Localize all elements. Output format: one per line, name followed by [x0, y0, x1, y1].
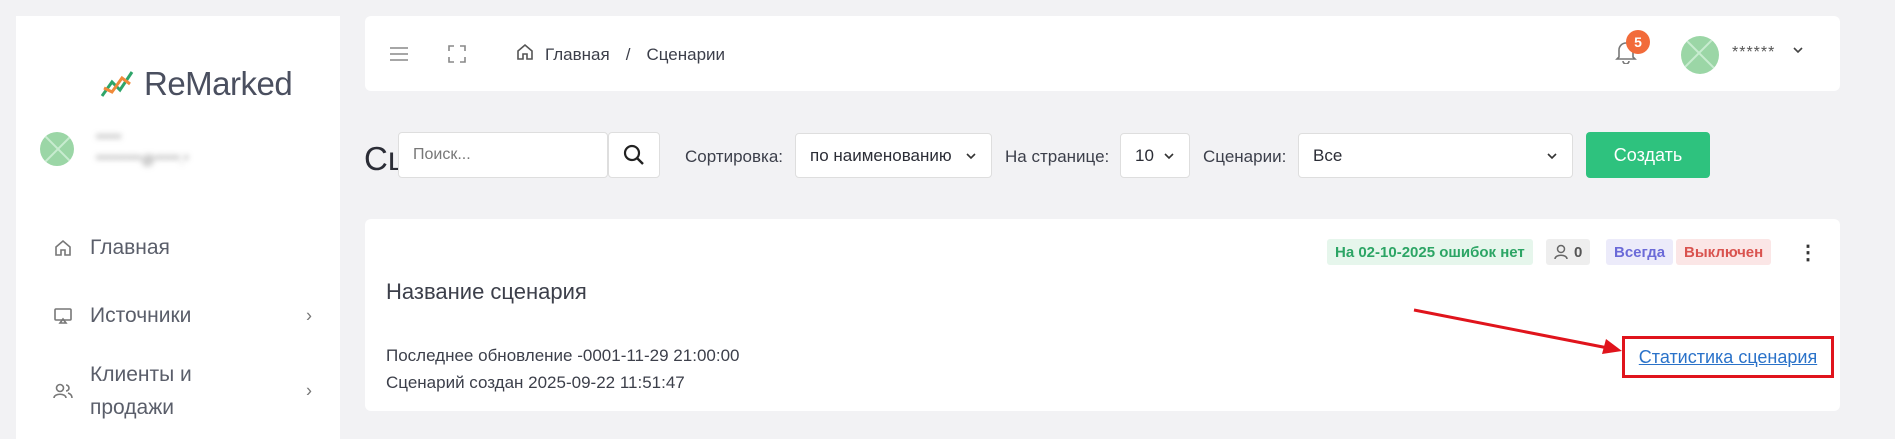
sort-select[interactable]: по наименованию [795, 133, 992, 178]
search-button[interactable] [608, 132, 660, 178]
breadcrumb-home[interactable]: Главная [545, 45, 610, 65]
user-name-masked[interactable]: ****** [1732, 44, 1775, 62]
topbar: Главная / Сценарии 5 ****** [365, 16, 1840, 91]
logo-chart-icon [100, 71, 134, 97]
sidebar-item-label: Источники [90, 304, 192, 327]
sidebar-item-label: Главная [90, 236, 170, 259]
sidebar-item-label: Клиенты и продажи [90, 363, 192, 419]
scenarios-filter-label: Сценарии: [1203, 147, 1287, 166]
sidebar-item-clients[interactable]: Клиенты и продажи › [52, 356, 312, 426]
scenario-statistics-link[interactable]: Статистика сценария [1622, 336, 1834, 378]
sidebar: ReMarked ***** *********@*****.* Главная… [16, 16, 340, 439]
logo-text: ReMarked [144, 65, 293, 102]
search-input[interactable] [398, 132, 608, 178]
page-title: Сценарии [364, 140, 400, 177]
fullscreen-icon[interactable] [445, 42, 469, 66]
scenarios-filter-value: Все [1313, 145, 1343, 165]
home-icon [52, 237, 74, 259]
chevron-right-icon: › [306, 305, 312, 326]
menu-icon[interactable] [387, 42, 411, 66]
annotation-arrow [1413, 308, 1622, 354]
scenario-title: Название сценария [386, 279, 587, 304]
sort-select-value: по наименованию [810, 145, 952, 165]
create-button[interactable]: Создать [1586, 132, 1710, 178]
chevron-down-icon [1164, 152, 1174, 159]
breadcrumb: Главная / Сценарии [515, 42, 725, 67]
logo[interactable]: ReMarked [100, 60, 293, 108]
sidebar-item-home[interactable]: Главная [52, 228, 312, 268]
notifications-badge: 5 [1626, 30, 1650, 54]
user-icon [1554, 244, 1568, 260]
users-icon [52, 380, 74, 402]
created-date: Сценарий создан 2025-09-22 11:51:47 [386, 373, 685, 392]
breadcrumb-separator: / [625, 44, 631, 64]
chevron-down-icon [1547, 152, 1557, 159]
sort-label: Сортировка: [685, 147, 784, 166]
users-count: 0 [1574, 243, 1583, 261]
per-page-select-value: 10 [1135, 145, 1154, 165]
avatar[interactable] [1681, 36, 1719, 74]
home-icon[interactable] [515, 42, 535, 67]
status-badge: На 02-10-2025 ошибок нет [1327, 239, 1533, 265]
chevron-right-icon: › [306, 380, 312, 401]
user-name: ***** [96, 131, 122, 146]
sidebar-user[interactable]: ***** *********@*****.* [40, 131, 189, 167]
frequency-badge: Всегда [1606, 239, 1674, 265]
breadcrumb-current: Сценарии [646, 44, 726, 64]
scenarios-filter-select[interactable]: Все [1298, 133, 1573, 178]
per-page-label: На странице: [1005, 147, 1110, 166]
user-email: *********@*****.* [96, 152, 189, 167]
chevron-down-icon[interactable] [1792, 43, 1804, 61]
last-updated: Последнее обновление -0001-11-29 21:00:0… [386, 346, 740, 365]
search-icon [623, 144, 644, 165]
avatar [40, 132, 74, 166]
more-vertical-icon[interactable]: ⋮ [1798, 240, 1818, 264]
users-count-badge: 0 [1546, 239, 1591, 265]
sidebar-item-sources[interactable]: Источники › [52, 296, 312, 336]
chevron-down-icon [966, 152, 976, 159]
per-page-select[interactable]: 10 [1120, 133, 1190, 178]
monitor-icon [52, 305, 74, 327]
state-badge: Выключен [1676, 239, 1772, 265]
